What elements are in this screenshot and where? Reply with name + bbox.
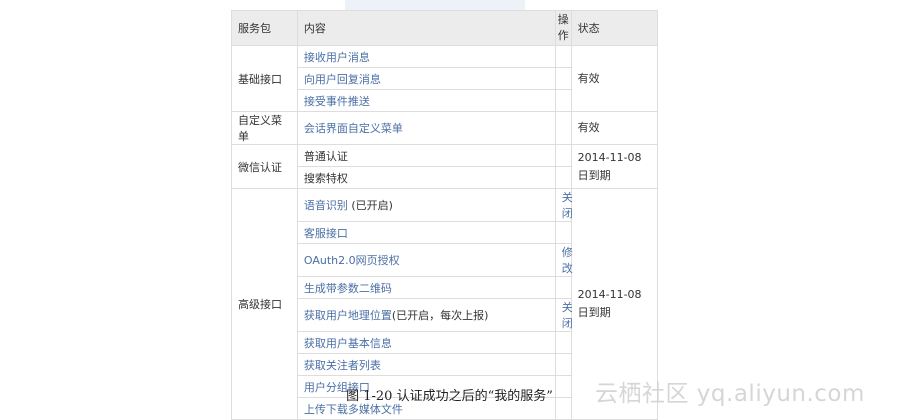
service-content-cell: 接收用户消息: [296, 45, 556, 68]
operation-cell: [554, 111, 572, 145]
header-operation-bottom: 作: [557, 29, 569, 42]
service-content-cell: 会话界面自定义菜单: [296, 111, 556, 145]
watermark: 云栖社区 yq.aliyun.com: [595, 381, 865, 407]
header-operation-top: 操: [557, 13, 569, 26]
service-content-cell: 获取用户地理位置(已开启，每次上报): [296, 298, 556, 332]
operation-cell: 关闭: [554, 298, 573, 332]
table-body: 基础接口 接收用户消息 有效 向用户回复消息 接受事件推送 自定义菜单 会话界面自定义菜单有…: [231, 45, 659, 420]
service-name-link[interactable]: 获取关注者列表: [304, 359, 381, 372]
operation-cell: 关闭: [554, 188, 573, 222]
status-cell: 2014-11-08日到期: [570, 144, 659, 189]
service-name-link: 搜索特权: [303, 171, 348, 185]
service-name-link[interactable]: 接受事件推送: [304, 95, 370, 108]
my-services-table: 服务包 内容 操 作 状态 基础接口 接收用户消息 有效 向用户回复消息 接受事件推送自…: [231, 10, 659, 420]
status-cell: 有效: [570, 45, 659, 112]
service-name-link[interactable]: 生成带参数二维码: [304, 282, 392, 295]
operation-link[interactable]: 关闭: [562, 301, 573, 330]
service-status-note: (已开启): [347, 199, 393, 212]
operation-cell: [554, 276, 572, 299]
header-content: 内容: [296, 10, 556, 46]
table-header-row: 服务包 内容 操 作 状态: [231, 10, 659, 46]
top-decoration-bar: [345, 0, 525, 10]
header-status: 状态: [570, 10, 659, 46]
service-name-link[interactable]: 接收用户消息: [304, 51, 370, 64]
status-cell: 有效: [570, 111, 659, 145]
operation-cell: [554, 45, 572, 68]
package-name: 基础接口: [231, 45, 298, 112]
operation-cell: [554, 353, 572, 376]
service-content-cell: 客服接口: [296, 221, 556, 244]
service-content-cell: OAuth2.0网页授权: [296, 243, 556, 277]
service-name-link[interactable]: OAuth2.0网页授权: [304, 254, 400, 267]
service-name-link: 普通认证: [303, 149, 348, 163]
service-name-link[interactable]: 向用户回复消息: [304, 73, 381, 86]
header-operation: 操 作: [554, 10, 572, 46]
service-status-note: (已开启，每次上报): [391, 309, 489, 322]
service-content-cell: 获取关注者列表: [296, 353, 556, 376]
header-package: 服务包: [231, 10, 298, 46]
service-content-cell: 普通认证: [296, 144, 556, 167]
service-name-link[interactable]: 客服接口: [304, 227, 348, 240]
operation-cell: 修改: [554, 243, 573, 277]
service-content-cell: 搜索特权: [296, 166, 556, 189]
package-name: 微信认证: [231, 144, 298, 189]
table-row: 基础接口 接收用户消息 有效: [231, 45, 659, 112]
operation-cell: [554, 221, 572, 244]
service-name-link[interactable]: 会话界面自定义菜单: [304, 122, 403, 135]
operation-cell: [554, 166, 572, 189]
operation-cell: [554, 144, 572, 167]
service-name-link[interactable]: 获取用户基本信息: [304, 337, 392, 350]
service-content-cell: 生成带参数二维码: [296, 276, 556, 299]
operation-cell: [554, 331, 572, 354]
service-content-cell: 获取用户基本信息: [296, 331, 556, 354]
service-content-cell: 向用户回复消息: [296, 67, 556, 90]
service-name-link[interactable]: 语音识别: [304, 199, 348, 212]
service-content-cell: 语音识别 (已开启): [296, 188, 556, 222]
operation-link[interactable]: 修改: [562, 246, 573, 275]
service-content-cell: 接受事件推送: [296, 89, 556, 112]
operation-cell: [554, 67, 572, 90]
table-row: 高级接口 语音识别 (已开启) 关闭 2014-11-08日到期: [231, 188, 659, 420]
operation-link[interactable]: 关闭: [562, 191, 573, 220]
table-row: 微信认证 普通认证 2014-11-08日到期: [231, 144, 659, 189]
package-name: 自定义菜单: [231, 111, 298, 145]
operation-cell: [554, 89, 572, 112]
service-name-link[interactable]: 获取用户地理位置: [304, 309, 392, 322]
table-row: 自定义菜单 会话界面自定义菜单 有效: [231, 111, 659, 145]
